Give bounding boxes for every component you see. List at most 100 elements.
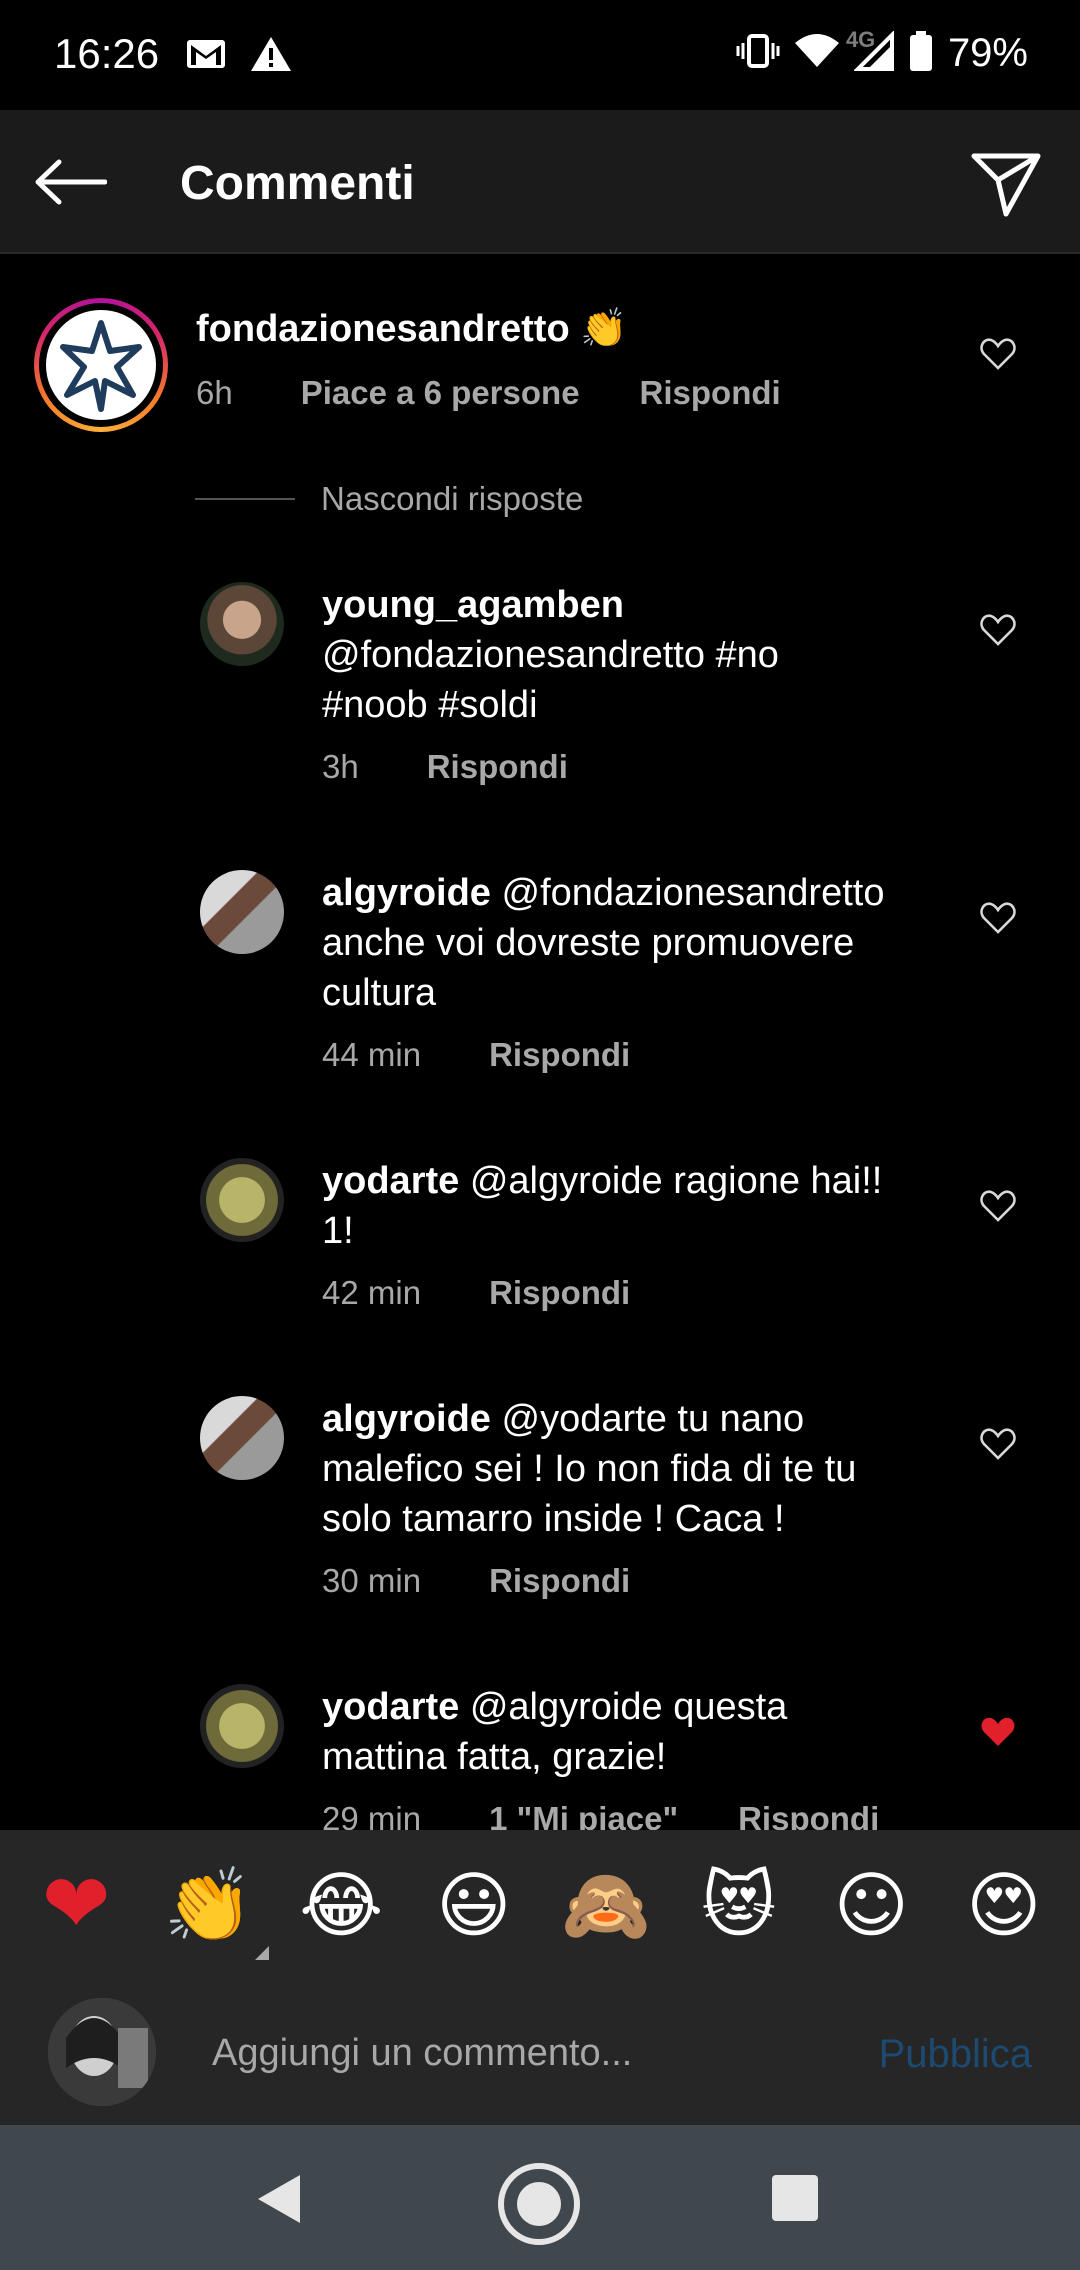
warning-icon: [250, 36, 292, 77]
avatar[interactable]: [200, 870, 284, 954]
emoji-clap-button[interactable]: 👏: [159, 1860, 269, 1960]
comment-username[interactable]: yodarte: [322, 1686, 459, 1728]
reply-meta: 44 min Rispondi: [322, 1036, 690, 1074]
heart-outline-icon: [980, 1428, 1016, 1460]
comment-username[interactable]: algyroide: [322, 1398, 491, 1440]
comment-username[interactable]: algyroide: [322, 872, 491, 914]
publish-button[interactable]: Pubblica: [879, 2032, 1032, 2077]
heart-outline-icon: [980, 338, 1016, 370]
arrow-left-icon: [35, 159, 107, 205]
reply-text-line: 1!: [322, 1210, 354, 1252]
like-button[interactable]: [978, 1186, 1018, 1226]
gmail-icon: [186, 38, 226, 75]
reply-text-line: malefico sei ! Io non fida di te tu: [322, 1448, 857, 1490]
fondazione-logo-avatar: [46, 310, 156, 420]
nav-back-button[interactable]: [254, 2173, 302, 2230]
mention-link[interactable]: @fondazionesandretto: [502, 872, 885, 914]
reply-button[interactable]: Rispondi: [489, 1562, 630, 1600]
page-title: Commenti: [180, 157, 415, 210]
circle-home-icon: [498, 2163, 580, 2245]
main-comment-text: fondazionesandretto 👏: [196, 304, 628, 354]
heart-outline-icon: [980, 1190, 1016, 1222]
reply-text-line: solo tamarro inside ! Caca !: [322, 1498, 785, 1540]
app-bar: Commenti: [0, 110, 1080, 254]
comment-username[interactable]: fondazionesandretto: [196, 308, 570, 350]
status-right: 4G 79%: [736, 27, 1028, 77]
avatar[interactable]: [200, 582, 284, 666]
like-button[interactable]: [978, 334, 1018, 374]
divider-line: [195, 498, 295, 500]
user-avatar: [48, 1998, 156, 2106]
story-ring[interactable]: [34, 298, 168, 432]
like-button[interactable]: [978, 1424, 1018, 1464]
comment-input-bar: Pubblica: [0, 1980, 1080, 2125]
comment-time: 42 min: [322, 1274, 422, 1311]
avatar[interactable]: [200, 1396, 284, 1480]
avatar[interactable]: [200, 1684, 284, 1768]
reply-text-line: anche voi dovreste promuovere: [322, 922, 855, 964]
system-nav-bar: [0, 2125, 1080, 2270]
reply-text-line: #noob #soldi: [322, 684, 538, 726]
comment-username[interactable]: yodarte: [322, 1160, 459, 1202]
mention-link[interactable]: @yodarte: [502, 1398, 667, 1440]
like-button[interactable]: [978, 898, 1018, 938]
wifi-icon: [794, 33, 840, 74]
likes-count-link[interactable]: 1 "Mi piace": [489, 1800, 678, 1830]
signal-icon: 4G: [846, 27, 894, 76]
reply-button[interactable]: Rispondi: [640, 374, 781, 412]
triangle-back-icon: [258, 2175, 300, 2223]
comment-input[interactable]: [212, 2018, 812, 2088]
heart-outline-icon: [980, 614, 1016, 646]
reply-text-line: cultura: [322, 972, 437, 1014]
comment-username[interactable]: young_agamben: [322, 584, 624, 626]
comments-list[interactable]: fondazionesandretto 👏 6h Piace a 6 perso…: [0, 262, 1080, 1830]
emoji-heart-eyes-button[interactable]: 😍: [954, 1860, 1054, 1950]
like-button[interactable]: [978, 610, 1018, 650]
reply-button[interactable]: Rispondi: [427, 748, 568, 786]
paper-plane-icon: [971, 153, 1041, 217]
reply-button[interactable]: Rispondi: [738, 1800, 879, 1830]
reply-meta: 30 min Rispondi: [322, 1562, 690, 1600]
emoji-heart-button[interactable]: ❤: [26, 1860, 126, 1950]
mention-link[interactable]: @algyroide: [470, 1686, 663, 1728]
likes-count-link[interactable]: Piace a 6 persone: [301, 374, 580, 412]
reply-text: yodarte @algyroide questa mattina fatta,…: [322, 1682, 787, 1782]
reply-button[interactable]: Rispondi: [489, 1274, 630, 1312]
status-notification-icons: [186, 36, 292, 77]
comment-time: 3h: [322, 748, 359, 785]
nav-recents-button[interactable]: [772, 2175, 818, 2221]
battery-percent: 79%: [947, 31, 1028, 75]
emoji-joy-button[interactable]: 😂: [291, 1860, 391, 1950]
mention-link[interactable]: @algyroide: [470, 1160, 663, 1202]
heart-filled-icon: [981, 1717, 1015, 1746]
comment-time: 44 min: [322, 1036, 422, 1073]
vibrate-icon: [736, 33, 780, 74]
reply-button[interactable]: Rispondi: [489, 1036, 630, 1074]
reply-text: yodarte @algyroide ragione hai!! 1!: [322, 1156, 882, 1256]
reply-meta: 3h Rispondi: [322, 748, 628, 786]
like-button[interactable]: [978, 1712, 1018, 1752]
reply-text: algyroide @yodarte tu nano malefico sei …: [322, 1394, 856, 1544]
status-bar: 16:26 4G 79%: [0, 0, 1080, 110]
hide-replies-button[interactable]: Nascondi risposte: [195, 480, 583, 518]
emoji-smiley-button[interactable]: 😃: [424, 1860, 524, 1950]
share-button[interactable]: [966, 146, 1046, 222]
status-time: 16:26: [54, 30, 160, 77]
reply-text: algyroide @fondazionesandretto anche voi…: [322, 868, 884, 1018]
reply-meta: 42 min Rispondi: [322, 1274, 690, 1312]
nav-home-button[interactable]: [496, 2161, 582, 2252]
comment-time: 30 min: [322, 1562, 422, 1599]
comment-time: 29 min: [322, 1800, 422, 1830]
main-comment-meta: 6h Piace a 6 persone Rispondi: [196, 374, 841, 412]
emoji-blush-button[interactable]: ☺: [821, 1860, 921, 1950]
reply-text: young_agamben @fondazionesandretto #no #…: [322, 580, 779, 730]
back-button[interactable]: [30, 150, 110, 214]
comment-time: 6h: [196, 374, 233, 411]
reply-text-line: @fondazionesandretto #no: [322, 634, 779, 676]
heart-outline-icon: [980, 902, 1016, 934]
emoji-quick-bar: ❤ 👏 😂 😃 🙈 😻 ☺ 😍: [0, 1830, 1080, 1980]
battery-icon: [908, 30, 934, 77]
emoji-see-no-evil-button[interactable]: 🙈: [556, 1860, 656, 1950]
avatar[interactable]: [200, 1158, 284, 1242]
emoji-heart-eyes-cat-button[interactable]: 😻: [689, 1860, 789, 1950]
